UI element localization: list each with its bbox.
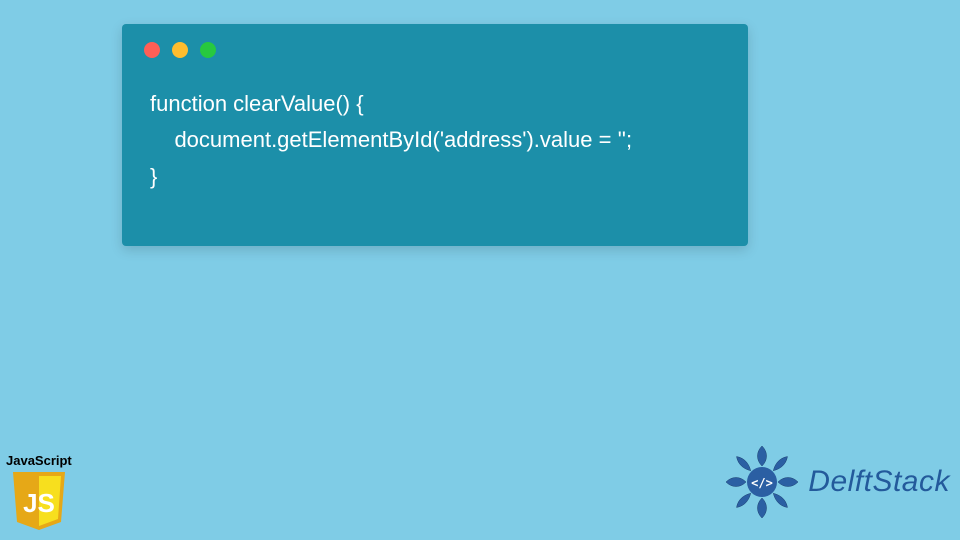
maximize-icon: [200, 42, 216, 58]
javascript-shield-icon: JS: [11, 470, 67, 532]
javascript-label: JavaScript: [6, 453, 72, 468]
close-icon: [144, 42, 160, 58]
minimize-icon: [172, 42, 188, 58]
code-line: function clearValue() {: [150, 86, 720, 122]
code-window: function clearValue() { document.getElem…: [122, 24, 748, 246]
code-line: }: [150, 159, 720, 195]
brand-logo-icon: </>: [722, 442, 802, 522]
brand-name: DelftStack: [808, 465, 950, 499]
javascript-badge: JavaScript JS: [6, 453, 72, 532]
svg-text:</>: </>: [751, 476, 773, 490]
code-line: document.getElementById('address').value…: [150, 122, 720, 158]
js-text: JS: [23, 488, 55, 518]
code-block: function clearValue() { document.getElem…: [122, 58, 748, 215]
window-controls: [122, 24, 748, 58]
brand-wrap: </> DelftStack: [722, 442, 950, 522]
